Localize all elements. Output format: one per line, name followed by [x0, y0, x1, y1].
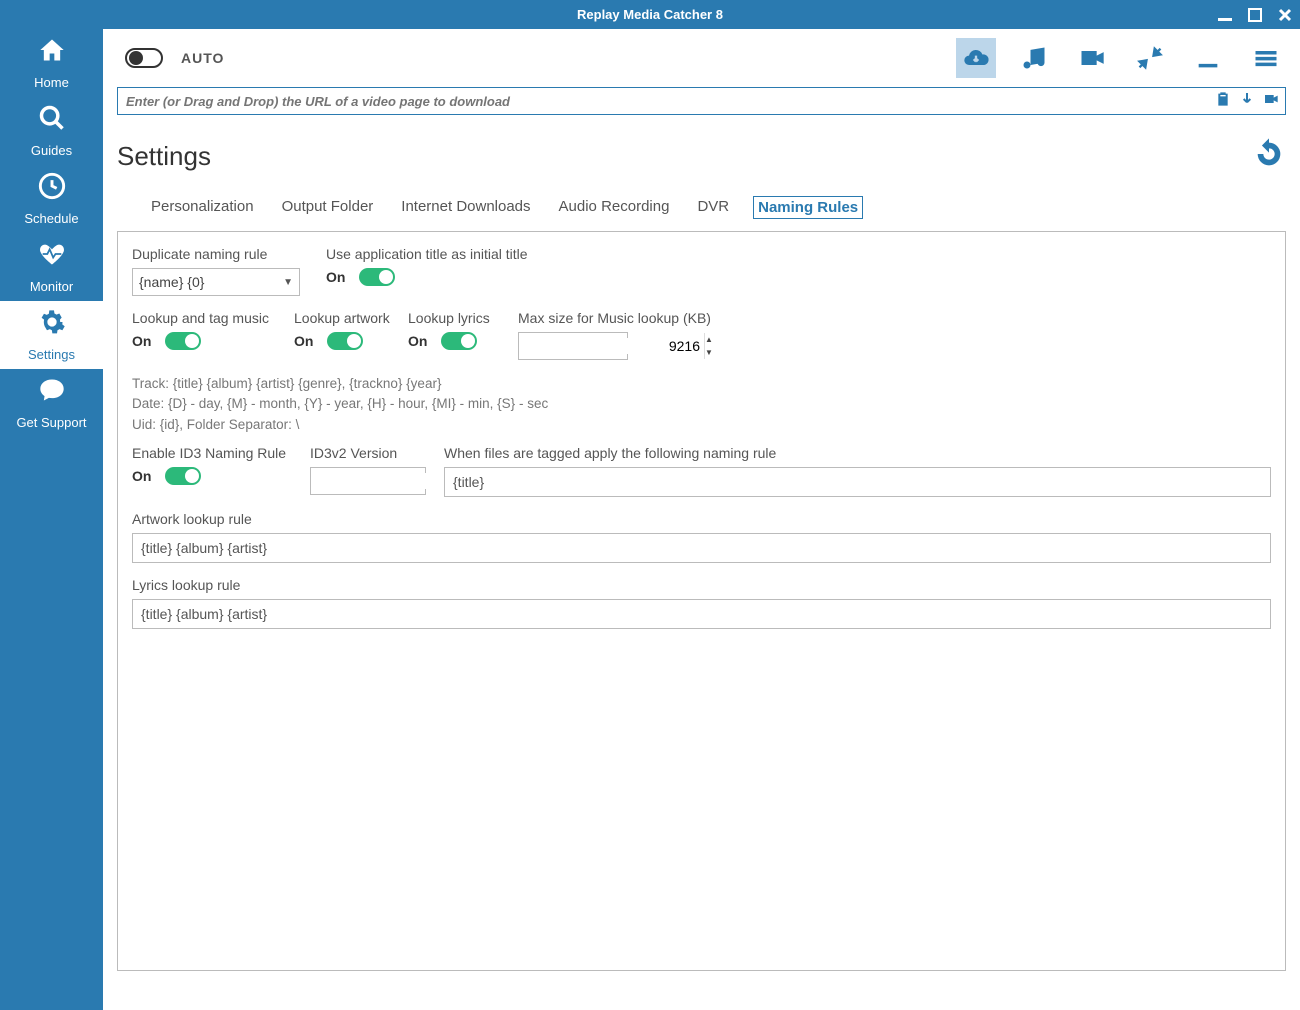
artwork-rule-input[interactable] — [132, 533, 1271, 563]
max-size-input[interactable] — [519, 338, 704, 354]
lookup-tag-toggle[interactable] — [165, 332, 201, 350]
sidebar-item-label: Get Support — [16, 415, 86, 430]
down-arrow-icon[interactable] — [1239, 91, 1255, 112]
tab-dvr[interactable]: DVR — [693, 196, 733, 219]
id3v2-label: ID3v2 Version — [310, 445, 430, 461]
video-icon[interactable] — [1072, 38, 1112, 78]
duplicate-rule-label: Duplicate naming rule — [132, 246, 312, 262]
lookup-artwork-label: Lookup artwork — [294, 310, 394, 326]
paste-icon[interactable] — [1215, 91, 1231, 112]
toolbar: AUTO — [117, 29, 1286, 87]
sidebar-item-home[interactable]: Home — [0, 29, 103, 97]
tokens-hint: Track: {title} {album} {artist} {genre},… — [132, 374, 1271, 435]
use-app-title-label: Use application title as initial title — [326, 246, 528, 262]
minimize-icon[interactable] — [1216, 6, 1234, 24]
chat-icon — [38, 376, 66, 411]
cloud-download-icon[interactable] — [956, 38, 996, 78]
sidebar-item-guides[interactable]: Guides — [0, 97, 103, 165]
sidebar-item-label: Home — [34, 75, 69, 90]
main-area: AUTO Settings Personalization Output Fol… — [103, 29, 1300, 1010]
tab-internet-downloads[interactable]: Internet Downloads — [397, 196, 534, 219]
sidebar-item-schedule[interactable]: Schedule — [0, 165, 103, 233]
tab-personalization[interactable]: Personalization — [147, 196, 258, 219]
enable-id3-label: Enable ID3 Naming Rule — [132, 445, 296, 461]
sidebar-item-monitor[interactable]: Monitor — [0, 233, 103, 301]
camera-icon[interactable] — [1263, 91, 1279, 112]
naming-rules-panel: Duplicate naming rule {name} {0} ▼ Use a… — [117, 231, 1286, 971]
maximize-icon[interactable] — [1246, 6, 1264, 24]
gear-icon — [38, 308, 66, 343]
clock-icon — [38, 172, 66, 207]
home-icon — [38, 36, 66, 71]
chevron-down-icon: ▼ — [283, 277, 293, 288]
sidebar: Home Guides Schedule Monitor Settings Ge… — [0, 29, 103, 1010]
tab-output-folder[interactable]: Output Folder — [278, 196, 378, 219]
lyrics-rule-label: Lyrics lookup rule — [132, 577, 1271, 593]
id3v2-stepper[interactable]: ▲▼ — [310, 467, 426, 495]
title-bar: Replay Media Catcher 8 — [0, 0, 1300, 29]
settings-tabs: Personalization Output Folder Internet D… — [117, 196, 1286, 219]
menu-icon[interactable] — [1246, 38, 1286, 78]
music-icon[interactable] — [1014, 38, 1054, 78]
lookup-artwork-toggle[interactable] — [327, 332, 363, 350]
download-icon[interactable] — [1188, 38, 1228, 78]
close-icon[interactable] — [1276, 6, 1294, 24]
sidebar-item-support[interactable]: Get Support — [0, 369, 103, 437]
tagged-rule-input[interactable] — [444, 467, 1271, 497]
duplicate-rule-value: {name} {0} — [139, 274, 204, 290]
sidebar-item-label: Schedule — [24, 211, 78, 226]
settings-header: Settings — [117, 137, 1286, 176]
on-label: On — [132, 468, 151, 484]
url-input[interactable] — [118, 94, 1209, 109]
on-label: On — [408, 333, 427, 349]
tab-audio-recording[interactable]: Audio Recording — [555, 196, 674, 219]
max-size-label: Max size for Music lookup (KB) — [518, 310, 711, 326]
page-title: Settings — [117, 141, 211, 172]
spin-up-icon[interactable]: ▲ — [705, 333, 713, 346]
auto-label: AUTO — [181, 50, 224, 66]
spin-down-icon[interactable]: ▼ — [705, 346, 713, 359]
heartbeat-icon — [38, 240, 66, 275]
tab-naming-rules[interactable]: Naming Rules — [753, 196, 863, 219]
enable-id3-toggle[interactable] — [165, 467, 201, 485]
reset-icon[interactable] — [1252, 137, 1286, 176]
lookup-lyrics-toggle[interactable] — [441, 332, 477, 350]
shrink-icon[interactable] — [1130, 38, 1170, 78]
lookup-tag-label: Lookup and tag music — [132, 310, 280, 326]
lookup-lyrics-label: Lookup lyrics — [408, 310, 504, 326]
search-icon — [38, 104, 66, 139]
artwork-rule-label: Artwork lookup rule — [132, 511, 1271, 527]
url-bar — [117, 87, 1286, 115]
duplicate-rule-select[interactable]: {name} {0} ▼ — [132, 268, 300, 296]
sidebar-item-label: Monitor — [30, 279, 73, 294]
max-size-stepper[interactable]: ▲▼ — [518, 332, 628, 360]
sidebar-item-label: Guides — [31, 143, 72, 158]
sidebar-item-settings[interactable]: Settings — [0, 301, 103, 369]
on-label: On — [326, 269, 345, 285]
on-label: On — [132, 333, 151, 349]
auto-toggle[interactable] — [125, 48, 163, 68]
tagged-rule-label: When files are tagged apply the followin… — [444, 445, 1271, 461]
sidebar-item-label: Settings — [28, 347, 75, 362]
on-label: On — [294, 333, 313, 349]
use-app-title-toggle[interactable] — [359, 268, 395, 286]
lyrics-rule-input[interactable] — [132, 599, 1271, 629]
window-title: Replay Media Catcher 8 — [577, 7, 723, 22]
